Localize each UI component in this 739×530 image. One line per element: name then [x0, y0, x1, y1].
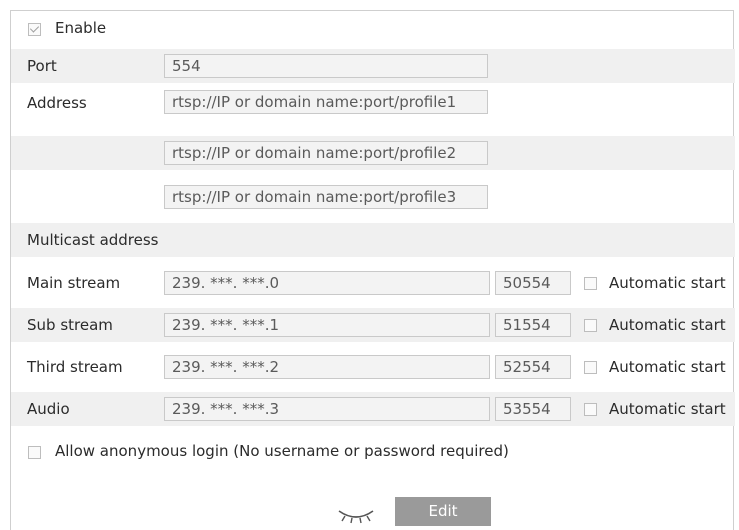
- stream-row-audio: Audio 239. ***. ***.3 53554 Automatic st…: [11, 392, 735, 426]
- multicast-port-field[interactable]: 52554: [495, 355, 571, 379]
- stream-row-sub: Sub stream 239. ***. ***.1 51554 Automat…: [11, 308, 735, 342]
- eye-closed-icon[interactable]: [336, 505, 376, 525]
- port-label: Port: [27, 57, 57, 75]
- multicast-ip-field[interactable]: 239. ***. ***.0: [164, 271, 490, 295]
- automatic-start-label: Automatic start: [609, 358, 726, 376]
- automatic-start-checkbox[interactable]: [584, 277, 597, 290]
- enable-row: Enable: [11, 12, 735, 46]
- stream-row-third: Third stream 239. ***. ***.2 52554 Autom…: [11, 350, 735, 384]
- automatic-start-checkbox[interactable]: [584, 361, 597, 374]
- multicast-port-field[interactable]: 51554: [495, 313, 571, 337]
- address-field-profile1[interactable]: rtsp://IP or domain name:port/profile1: [164, 90, 488, 114]
- stream-label: Sub stream: [27, 316, 113, 334]
- port-input[interactable]: 554: [164, 54, 488, 78]
- address-field-profile3[interactable]: rtsp://IP or domain name:port/profile3: [164, 185, 488, 209]
- address-label: Address: [27, 94, 87, 112]
- stream-row-main: Main stream 239. ***. ***.0 50554 Automa…: [11, 266, 735, 300]
- stream-label: Audio: [27, 400, 70, 418]
- anonymous-login-checkbox[interactable]: [28, 446, 41, 459]
- stream-label: Main stream: [27, 274, 121, 292]
- enable-checkbox[interactable]: [28, 23, 41, 36]
- multicast-port-field[interactable]: 50554: [495, 271, 571, 295]
- multicast-ip-field[interactable]: 239. ***. ***.2: [164, 355, 490, 379]
- port-row: Port 554: [11, 49, 735, 83]
- anonymous-login-label: Allow anonymous login (No username or pa…: [55, 442, 509, 460]
- multicast-ip-field[interactable]: 239. ***. ***.3: [164, 397, 490, 421]
- automatic-start-label: Automatic start: [609, 400, 726, 418]
- multicast-header: Multicast address: [27, 231, 159, 249]
- address-row-1: Address rtsp://IP or domain name:port/pr…: [11, 86, 735, 120]
- edit-button[interactable]: Edit: [395, 497, 491, 526]
- multicast-header-row: Multicast address: [11, 223, 735, 257]
- multicast-port-field[interactable]: 53554: [495, 397, 571, 421]
- address-row-3: rtsp://IP or domain name:port/profile3: [11, 178, 735, 212]
- address-row-2: rtsp://IP or domain name:port/profile2: [11, 136, 735, 170]
- automatic-start-label: Automatic start: [609, 316, 726, 334]
- address-field-profile2[interactable]: rtsp://IP or domain name:port/profile2: [164, 141, 488, 165]
- enable-label: Enable: [55, 19, 107, 37]
- anonymous-login-row: Allow anonymous login (No username or pa…: [11, 435, 735, 469]
- stream-label: Third stream: [27, 358, 123, 376]
- automatic-start-checkbox[interactable]: [584, 319, 597, 332]
- multicast-ip-field[interactable]: 239. ***. ***.1: [164, 313, 490, 337]
- automatic-start-label: Automatic start: [609, 274, 726, 292]
- automatic-start-checkbox[interactable]: [584, 403, 597, 416]
